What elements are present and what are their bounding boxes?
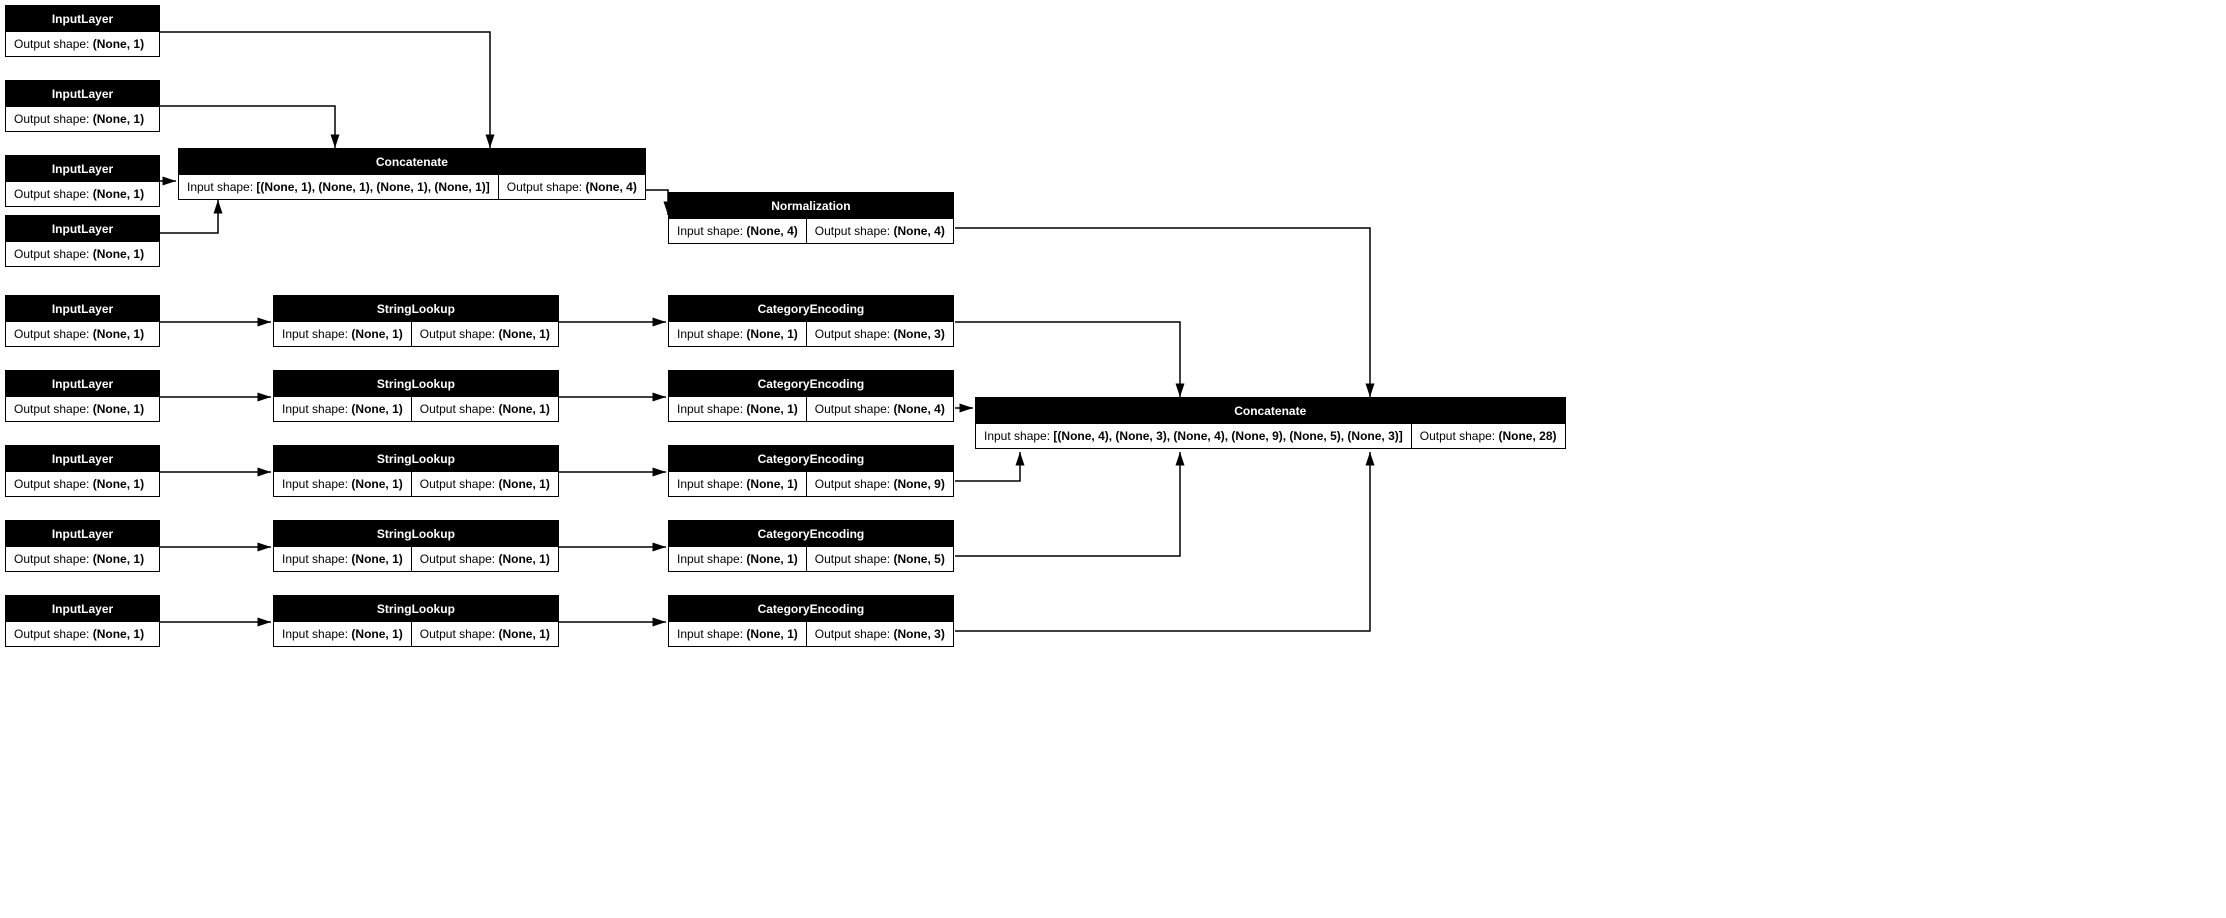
node-input-8: InputLayer Output shape: (None, 1)	[5, 520, 160, 572]
node-stringlookup-3: StringLookup Input shape: (None, 1) Outp…	[273, 445, 559, 497]
layer-name: InputLayer	[6, 216, 159, 242]
node-input-6: InputLayer Output shape: (None, 1)	[5, 370, 160, 422]
layer-name: CategoryEncoding	[669, 296, 953, 322]
node-input-9: InputLayer Output shape: (None, 1)	[5, 595, 160, 647]
layer-name: InputLayer	[6, 6, 159, 32]
layer-name: CategoryEncoding	[669, 446, 953, 472]
node-input-5: InputLayer Output shape: (None, 1)	[5, 295, 160, 347]
node-stringlookup-4: StringLookup Input shape: (None, 1) Outp…	[273, 520, 559, 572]
node-input-3: InputLayer Output shape: (None, 1)	[5, 155, 160, 207]
node-categoryencoding-3: CategoryEncoding Input shape: (None, 1) …	[668, 445, 954, 497]
node-categoryencoding-5: CategoryEncoding Input shape: (None, 1) …	[668, 595, 954, 647]
layer-name: Normalization	[669, 193, 953, 219]
layer-name: InputLayer	[6, 371, 159, 397]
layer-name: StringLookup	[274, 371, 558, 397]
layer-name: StringLookup	[274, 296, 558, 322]
layer-name: CategoryEncoding	[669, 596, 953, 622]
layer-name: CategoryEncoding	[669, 521, 953, 547]
layer-name: InputLayer	[6, 156, 159, 182]
layer-name: InputLayer	[6, 81, 159, 107]
layer-name: StringLookup	[274, 521, 558, 547]
layer-name: Concatenate	[976, 398, 1565, 424]
layer-name: InputLayer	[6, 446, 159, 472]
layer-name: InputLayer	[6, 296, 159, 322]
node-categoryencoding-4: CategoryEncoding Input shape: (None, 1) …	[668, 520, 954, 572]
layer-name: CategoryEncoding	[669, 371, 953, 397]
layer-name: InputLayer	[6, 521, 159, 547]
node-categoryencoding-1: CategoryEncoding Input shape: (None, 1) …	[668, 295, 954, 347]
node-input-2: InputLayer Output shape: (None, 1)	[5, 80, 160, 132]
layer-name: Concatenate	[179, 149, 645, 175]
node-categoryencoding-2: CategoryEncoding Input shape: (None, 1) …	[668, 370, 954, 422]
layer-name: StringLookup	[274, 446, 558, 472]
layer-name: InputLayer	[6, 596, 159, 622]
node-input-7: InputLayer Output shape: (None, 1)	[5, 445, 160, 497]
node-input-4: InputLayer Output shape: (None, 1)	[5, 215, 160, 267]
node-input-1: InputLayer Output shape: (None, 1)	[5, 5, 160, 57]
node-concatenate-2: Concatenate Input shape: [(None, 4), (No…	[975, 397, 1566, 449]
node-concatenate-1: Concatenate Input shape: [(None, 1), (No…	[178, 148, 646, 200]
node-normalization: Normalization Input shape: (None, 4) Out…	[668, 192, 954, 244]
node-stringlookup-1: StringLookup Input shape: (None, 1) Outp…	[273, 295, 559, 347]
node-stringlookup-5: StringLookup Input shape: (None, 1) Outp…	[273, 595, 559, 647]
layer-name: StringLookup	[274, 596, 558, 622]
node-stringlookup-2: StringLookup Input shape: (None, 1) Outp…	[273, 370, 559, 422]
